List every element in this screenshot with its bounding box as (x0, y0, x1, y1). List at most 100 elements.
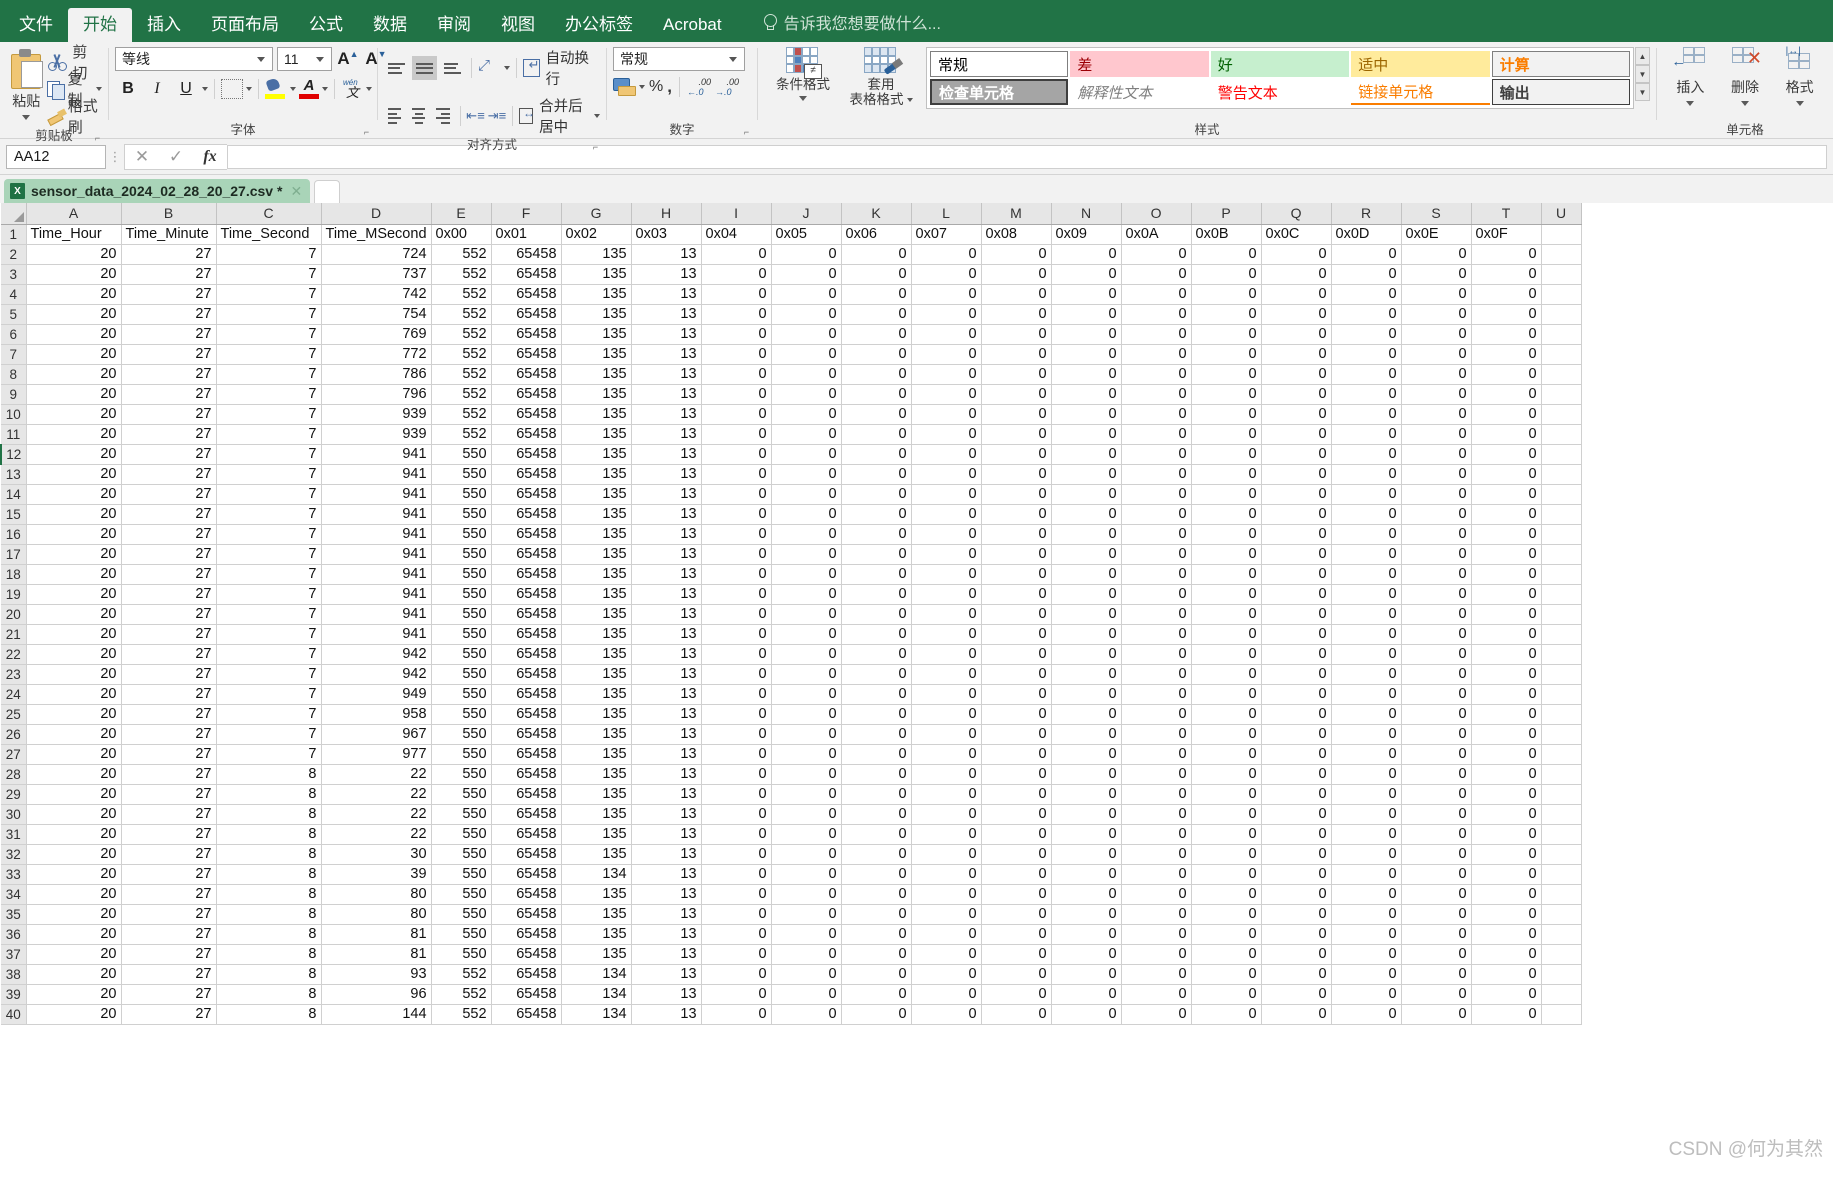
cell-D32[interactable]: 30 (321, 844, 432, 865)
cell-E35[interactable]: 550 (431, 904, 492, 925)
cell-T23[interactable]: 0 (1471, 664, 1542, 685)
cell-T31[interactable]: 0 (1471, 824, 1542, 845)
cell-M34[interactable]: 0 (981, 884, 1052, 905)
ribbon-tab-view[interactable]: 视图 (486, 10, 550, 42)
cell-T35[interactable]: 0 (1471, 904, 1542, 925)
table-row[interactable]: 11 20 27 7 939 552 65458 135 13 0 0 0 0 0 0 0 0 0 0 0 0 (1, 424, 1582, 445)
table-row[interactable]: 39 20 27 8 96 552 65458 134 13 0 0 0 0 0 0 0 0 0 0 0 0 (1, 984, 1582, 1005)
cell-A39[interactable]: 20 (26, 984, 122, 1005)
cell-D5[interactable]: 754 (321, 304, 432, 325)
cell-I26[interactable]: 0 (701, 724, 772, 745)
cell-S36[interactable]: 0 (1401, 924, 1472, 945)
cell-F38[interactable]: 65458 (491, 964, 562, 985)
cell-T7[interactable]: 0 (1471, 344, 1542, 365)
cell-N5[interactable]: 0 (1051, 304, 1122, 325)
cell-H20[interactable]: 13 (631, 604, 702, 625)
column-header-f[interactable]: F (491, 203, 562, 225)
column-header-e[interactable]: E (431, 203, 492, 225)
table-row[interactable]: 16 20 27 7 941 550 65458 135 13 0 0 0 0 0 0 0 0 0 0 0 0 (1, 524, 1582, 545)
cell-I28[interactable]: 0 (701, 764, 772, 785)
cell-S37[interactable]: 0 (1401, 944, 1472, 965)
cell-D37[interactable]: 81 (321, 944, 432, 965)
table-row[interactable]: 31 20 27 8 22 550 65458 135 13 0 0 0 0 0 0 0 0 0 0 0 0 (1, 824, 1582, 845)
row-header-26[interactable]: 26 (1, 724, 27, 745)
gallery-scroll-up-icon[interactable]: ▲ (1635, 47, 1650, 65)
percent-style-button[interactable]: % (649, 78, 663, 96)
cell-M38[interactable]: 0 (981, 964, 1052, 985)
cell-B10[interactable]: 27 (121, 404, 217, 425)
cell-P11[interactable]: 0 (1191, 424, 1262, 445)
cell-R31[interactable]: 0 (1331, 824, 1402, 845)
cell-F17[interactable]: 65458 (491, 544, 562, 565)
cell-H16[interactable]: 13 (631, 524, 702, 545)
cell-Q31[interactable]: 0 (1261, 824, 1332, 845)
cell-O31[interactable]: 0 (1121, 824, 1192, 845)
cell-E20[interactable]: 550 (431, 604, 492, 625)
cell-T12[interactable]: 0 (1471, 444, 1542, 465)
cell-A31[interactable]: 20 (26, 824, 122, 845)
cell-U22[interactable] (1541, 644, 1582, 665)
cell-G34[interactable]: 135 (561, 884, 632, 905)
cell-K7[interactable]: 0 (841, 344, 912, 365)
cell-L29[interactable]: 0 (911, 784, 982, 805)
select-all-corner[interactable] (1, 203, 27, 225)
cell-I7[interactable]: 0 (701, 344, 772, 365)
cell-J32[interactable]: 0 (771, 844, 842, 865)
cell-A19[interactable]: 20 (26, 584, 122, 605)
cell-L6[interactable]: 0 (911, 324, 982, 345)
cell-Q9[interactable]: 0 (1261, 384, 1332, 405)
cell-J2[interactable]: 0 (771, 244, 842, 265)
table-row[interactable]: 12 20 27 7 941 550 65458 135 13 0 0 0 0 0 0 0 0 0 0 0 0 (0, 444, 1582, 465)
cell-B15[interactable]: 27 (121, 504, 217, 525)
cell-P31[interactable]: 0 (1191, 824, 1262, 845)
row-header-21[interactable]: 21 (1, 624, 27, 645)
cell-H26[interactable]: 13 (631, 724, 702, 745)
cell-D2[interactable]: 724 (321, 244, 432, 265)
cell-E10[interactable]: 552 (431, 404, 492, 425)
ribbon-tab-office-tab[interactable]: 办公标签 (550, 10, 648, 42)
cell-K10[interactable]: 0 (841, 404, 912, 425)
cell-T39[interactable]: 0 (1471, 984, 1542, 1005)
cell-O13[interactable]: 0 (1121, 464, 1192, 485)
cell-G22[interactable]: 135 (561, 644, 632, 665)
cell-M26[interactable]: 0 (981, 724, 1052, 745)
cell-J30[interactable]: 0 (771, 804, 842, 825)
cell-U26[interactable] (1541, 724, 1582, 745)
cell-D20[interactable]: 941 (321, 604, 432, 625)
cell-B3[interactable]: 27 (121, 264, 217, 285)
new-document-tab-button[interactable] (314, 180, 341, 203)
cell-Q33[interactable]: 0 (1261, 864, 1332, 885)
cell-D15[interactable]: 941 (321, 504, 432, 525)
row-header-35[interactable]: 35 (1, 904, 27, 925)
cell-N12[interactable]: 0 (1051, 444, 1122, 465)
cell-F33[interactable]: 65458 (491, 864, 562, 885)
cell-U28[interactable] (1541, 764, 1582, 785)
cell-N21[interactable]: 0 (1051, 624, 1122, 645)
cell-B13[interactable]: 27 (121, 464, 217, 485)
column-header-j[interactable]: J (771, 203, 842, 225)
cell-B5[interactable]: 27 (121, 304, 217, 325)
cell-E1[interactable]: 0x00 (431, 224, 492, 245)
cell-N31[interactable]: 0 (1051, 824, 1122, 845)
cell-N20[interactable]: 0 (1051, 604, 1122, 625)
cell-J25[interactable]: 0 (771, 704, 842, 725)
column-header-d[interactable]: D (321, 203, 432, 225)
cell-D17[interactable]: 941 (321, 544, 432, 565)
cell-Q19[interactable]: 0 (1261, 584, 1332, 605)
cell-S1[interactable]: 0x0E (1401, 224, 1472, 245)
cell-K16[interactable]: 0 (841, 524, 912, 545)
cell-J4[interactable]: 0 (771, 284, 842, 305)
cell-N3[interactable]: 0 (1051, 264, 1122, 285)
cell-K8[interactable]: 0 (841, 364, 912, 385)
chevron-down-icon[interactable] (906, 97, 913, 102)
cell-T14[interactable]: 0 (1471, 484, 1542, 505)
cell-F11[interactable]: 65458 (491, 424, 562, 445)
cell-D34[interactable]: 80 (321, 884, 432, 905)
cell-N38[interactable]: 0 (1051, 964, 1122, 985)
cell-P13[interactable]: 0 (1191, 464, 1262, 485)
cell-C15[interactable]: 7 (216, 504, 322, 525)
cell-G14[interactable]: 135 (561, 484, 632, 505)
cell-P14[interactable]: 0 (1191, 484, 1262, 505)
cell-M22[interactable]: 0 (981, 644, 1052, 665)
style-explanatory-text[interactable]: 解释性文本 (1070, 79, 1209, 105)
